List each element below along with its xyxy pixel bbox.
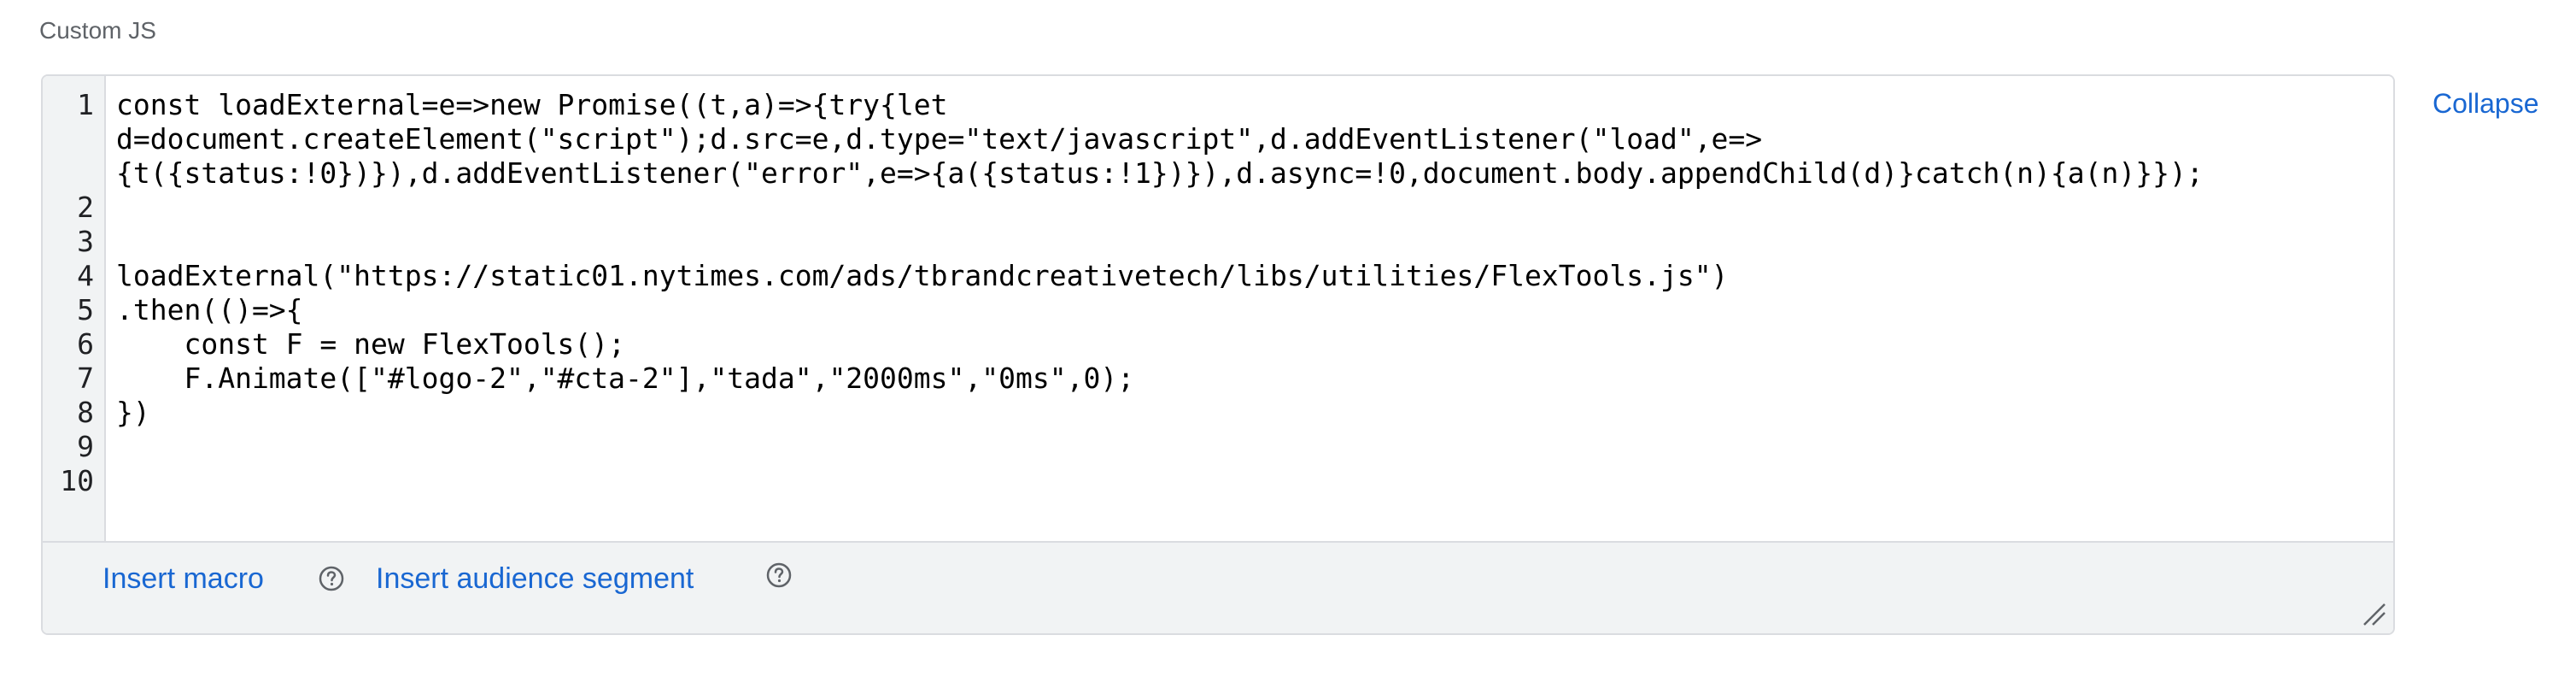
line-number: 6 <box>77 327 94 361</box>
code-line: {t({status:!0})}),d.addEventListener("er… <box>116 156 2204 190</box>
code-line: const F = new FlexTools(); <box>116 327 626 361</box>
line-number: 10 <box>60 464 94 497</box>
code-editor[interactable]: 1 2 3 4 5 6 7 8 9 10 const loadExternal=… <box>43 76 2393 541</box>
collapse-link[interactable]: Collapse <box>2433 86 2539 121</box>
line-number: 8 <box>77 396 94 429</box>
code-editor-panel: 1 2 3 4 5 6 7 8 9 10 const loadExternal=… <box>41 74 2395 635</box>
help-circle-icon[interactable] <box>765 561 793 589</box>
code-line: const loadExternal=e=>new Promise((t,a)=… <box>116 88 948 121</box>
line-number-gutter: 1 2 3 4 5 6 7 8 9 10 <box>43 76 106 541</box>
insert-audience-segment-link[interactable]: Insert audience segment <box>376 561 694 596</box>
line-number: 1 <box>77 88 94 121</box>
line-number: 4 <box>77 259 94 292</box>
line-number: 5 <box>77 293 94 326</box>
code-line: F.Animate(["#logo-2","#cta-2"],"tada","2… <box>116 362 1135 395</box>
code-line: .then(()=>{ <box>116 293 303 326</box>
insert-macro-link[interactable]: Insert macro <box>102 561 264 596</box>
help-circle-icon[interactable] <box>318 565 345 592</box>
editor-footer: Insert macro Insert audience segment <box>43 541 2393 633</box>
line-number: 2 <box>77 191 94 224</box>
line-number: 9 <box>77 430 94 463</box>
line-number: 3 <box>77 225 94 258</box>
line-number: 7 <box>77 362 94 395</box>
code-line: }) <box>116 396 150 429</box>
code-line: d=document.createElement("script");d.src… <box>116 122 1763 156</box>
resize-handle-icon[interactable] <box>2361 601 2386 626</box>
code-line: loadExternal("https://static01.nytimes.c… <box>116 259 1729 292</box>
custom-js-label: Custom JS <box>39 17 156 44</box>
